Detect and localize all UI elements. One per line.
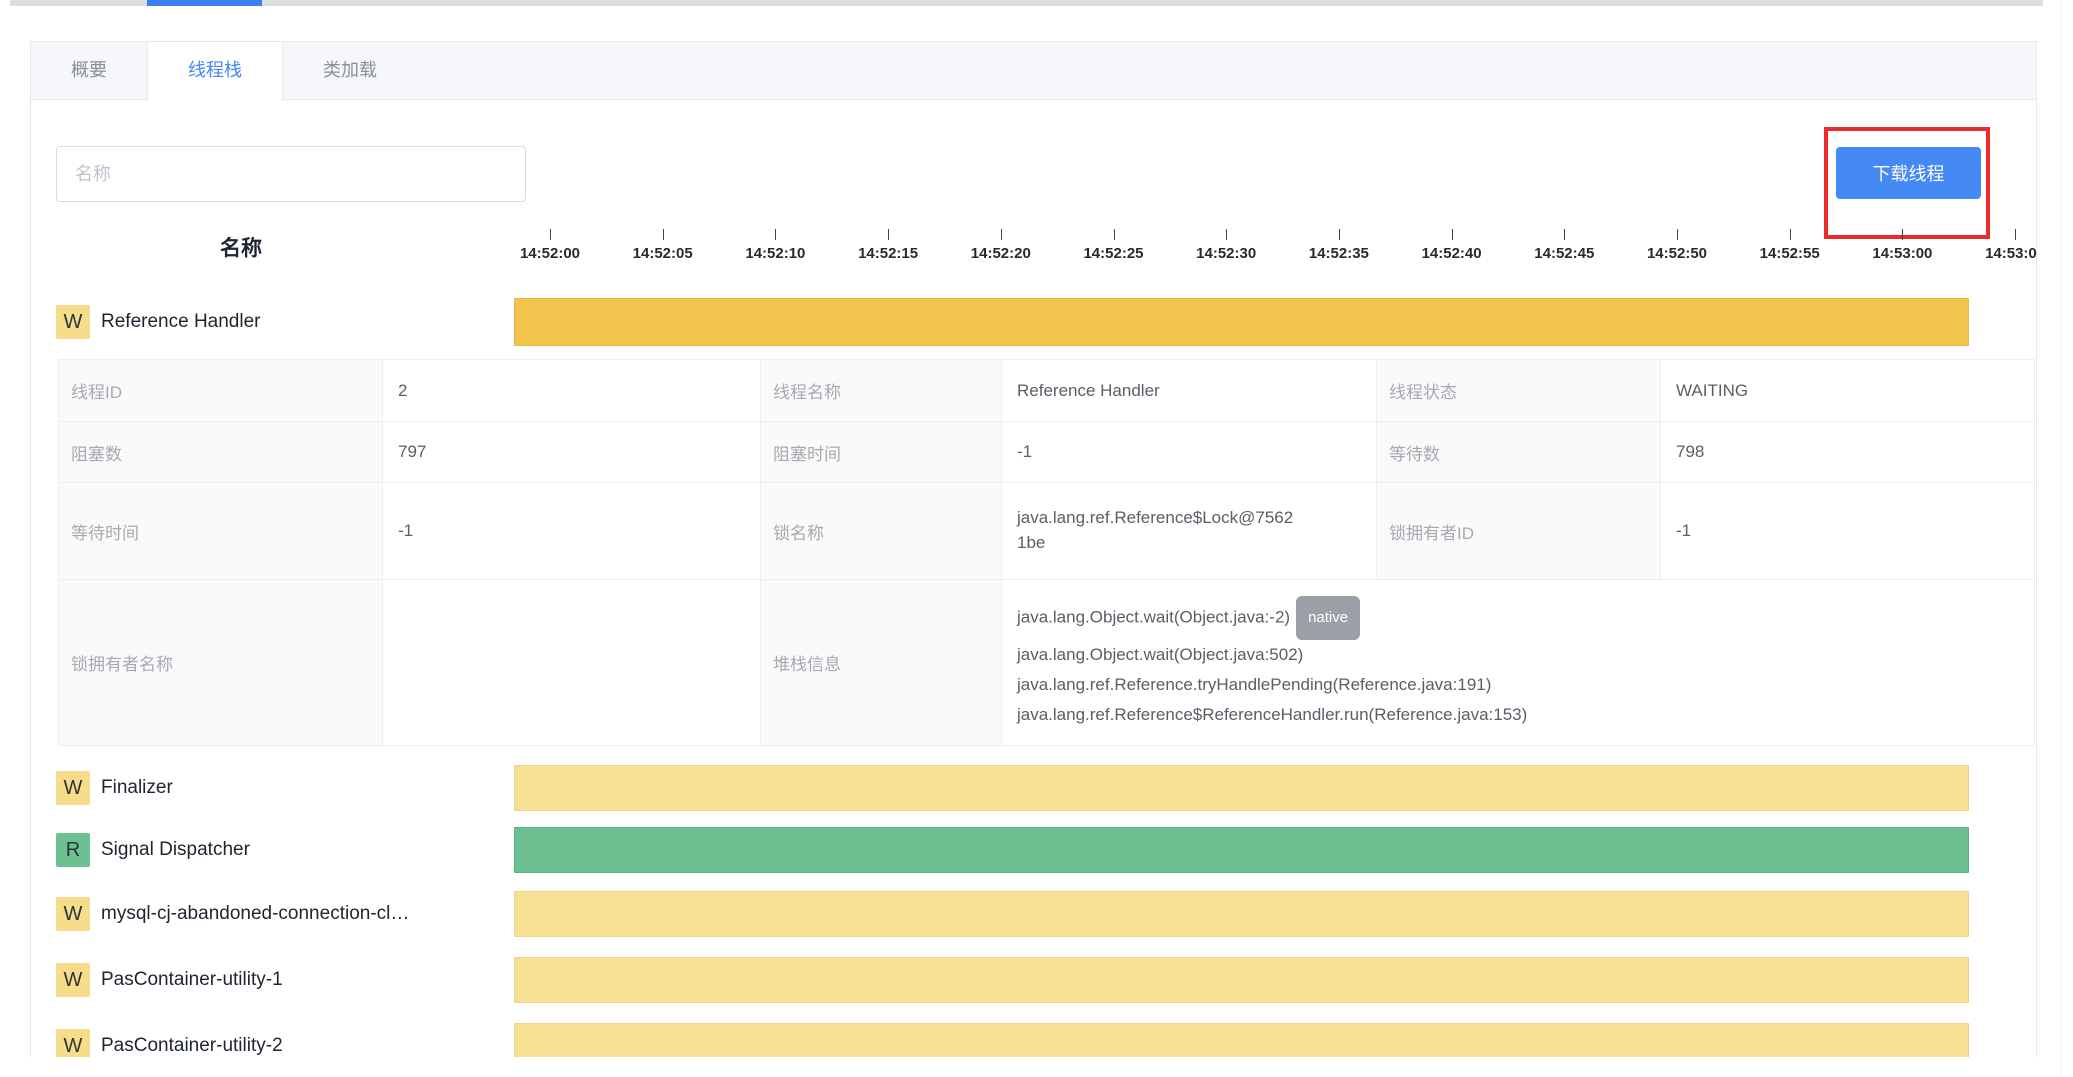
tab-overview[interactable]: 概要 [31, 42, 147, 100]
thread-row[interactable]: Wmysql-cj-abandoned-connection-cl… [31, 891, 2037, 937]
timeline-tick-mark [888, 229, 889, 240]
timeline-tick-mark [1564, 229, 1565, 240]
detail-label: 线程ID [59, 360, 383, 422]
download-threads-button[interactable]: 下载线程 [1836, 147, 1981, 199]
timeline-tick-label: 14:52:35 [1293, 245, 1385, 262]
detail-value [383, 580, 761, 746]
timeline-tick-mark [2015, 229, 2016, 240]
thread-state-badge: W [56, 897, 90, 931]
timeline-tick-mark [663, 229, 664, 240]
thread-row[interactable]: W PasContainer-utility-2 [31, 1023, 2037, 1057]
thread-stack-panel: 概要 线程栈 类加载 下载线程 名称 14:52:00 14:52:05 14:52… [30, 41, 2037, 1057]
timeline-tick-label: 14:52:20 [955, 245, 1047, 262]
timeline-tick-mark [1677, 229, 1678, 240]
detail-value: WAITING [1661, 360, 2035, 422]
thread-row[interactable]: W Reference Handler [31, 298, 2037, 346]
thread-row[interactable]: W PasContainer-utility-1 [31, 957, 2037, 1003]
timeline-tick-mark [550, 229, 551, 240]
browser-tabstrip-remnant [10, 0, 2043, 6]
tab-class-loading[interactable]: 类加载 [283, 42, 417, 100]
thread-state-badge: W [56, 305, 90, 339]
detail-label: 阻塞时间 [761, 422, 1002, 483]
thread-timeline-bar[interactable] [514, 1023, 1969, 1057]
thread-row[interactable]: W Finalizer [31, 765, 2037, 811]
thread-state-badge: W [56, 771, 90, 805]
thread-row[interactable]: R Signal Dispatcher [31, 827, 2037, 873]
stack-trace-cell: java.lang.Object.wait(Object.java:-2)nat… [1002, 580, 2035, 746]
thread-name: mysql-cj-abandoned-connection-cl… [101, 891, 409, 937]
timeline-tick-label: 14:52:05 [617, 245, 709, 262]
thread-name: PasContainer-utility-2 [101, 1023, 283, 1057]
timeline-tick-mark [1452, 229, 1453, 240]
detail-label: 堆栈信息 [761, 580, 1002, 746]
timeline-tick-mark [1114, 229, 1115, 240]
timeline-tick-label: 14:52:10 [729, 245, 821, 262]
detail-value: 2 [383, 360, 761, 422]
thread-name: Signal Dispatcher [101, 827, 250, 873]
thread-timeline-bar[interactable] [514, 765, 1969, 811]
stack-trace-line: java.lang.ref.Reference.tryHandlePending… [1017, 670, 2034, 700]
thread-state-badge: R [56, 833, 90, 867]
timeline-tick-label: 14:53:00 [1856, 245, 1948, 262]
detail-label: 等待时间 [59, 483, 383, 580]
stack-trace-line: java.lang.ref.Reference$ReferenceHandler… [1017, 700, 2034, 730]
timeline-tick-mark [1339, 229, 1340, 240]
native-method-tag: native [1296, 596, 1360, 640]
thread-name: Finalizer [101, 765, 173, 811]
detail-value: -1 [1002, 422, 1377, 483]
timeline-tick-mark [1902, 229, 1903, 240]
timeline-tick-label: 14:52:15 [842, 245, 934, 262]
window-scrollbar-track[interactable] [2060, 0, 2061, 1077]
detail-value: 797 [383, 422, 761, 483]
timeline-tick-mark [775, 229, 776, 240]
thread-timeline-bar[interactable] [514, 957, 1969, 1003]
detail-label: 线程状态 [1377, 360, 1661, 422]
thread-timeline-bar[interactable] [514, 827, 1969, 873]
detail-label: 锁拥有者名称 [59, 580, 383, 746]
timeline-tick-mark [1790, 229, 1791, 240]
detail-label: 等待数 [1377, 422, 1661, 483]
detail-value: -1 [1661, 483, 2035, 580]
timeline-tick-mark [1226, 229, 1227, 240]
thread-name: PasContainer-utility-1 [101, 957, 283, 1003]
browser-tabstrip-active-indicator [147, 0, 262, 6]
detail-label: 锁名称 [761, 483, 1002, 580]
thread-state-badge: W [56, 963, 90, 997]
tab-thread-stack[interactable]: 线程栈 [147, 42, 283, 101]
timeline-tick-label: 14:52:45 [1518, 245, 1610, 262]
detail-value: Reference Handler [1002, 360, 1377, 422]
stack-trace-line: java.lang.Object.wait(Object.java:502) [1017, 640, 2034, 670]
timeline-tick-label: 14:53:05 [1969, 245, 2037, 262]
timeline-tick-mark [1001, 229, 1002, 240]
timeline-tick-label: 14:52:00 [504, 245, 596, 262]
thread-name: Reference Handler [101, 298, 260, 346]
detail-label: 阻塞数 [59, 422, 383, 483]
timeline-tick-label: 14:52:30 [1180, 245, 1272, 262]
thread-detail-table: 线程ID2线程名称Reference Handler线程状态WAITING 阻塞数… [58, 359, 2035, 746]
detail-value: 798 [1661, 422, 2035, 483]
timeline-tick-label: 14:52:50 [1631, 245, 1723, 262]
detail-value: -1 [383, 483, 761, 580]
detail-label: 线程名称 [761, 360, 1002, 422]
timeline-tick-label: 14:52:40 [1406, 245, 1498, 262]
thread-state-badge: W [56, 1029, 90, 1057]
panel-tabbar: 概要 线程栈 类加载 [31, 42, 2036, 100]
timeline-tick-label: 14:52:55 [1744, 245, 1836, 262]
thread-name-search-input[interactable] [56, 146, 526, 202]
timeline-tick-label: 14:52:25 [1068, 245, 1160, 262]
thread-timeline-bar[interactable] [514, 298, 1969, 346]
detail-label: 锁拥有者ID [1377, 483, 1661, 580]
thread-timeline-bar[interactable] [514, 891, 1969, 937]
name-column-header: 名称 [171, 232, 311, 262]
stack-trace-line: java.lang.Object.wait(Object.java:-2)nat… [1017, 596, 2034, 640]
detail-value: java.lang.ref.Reference$Lock@75621be [1002, 483, 1377, 580]
